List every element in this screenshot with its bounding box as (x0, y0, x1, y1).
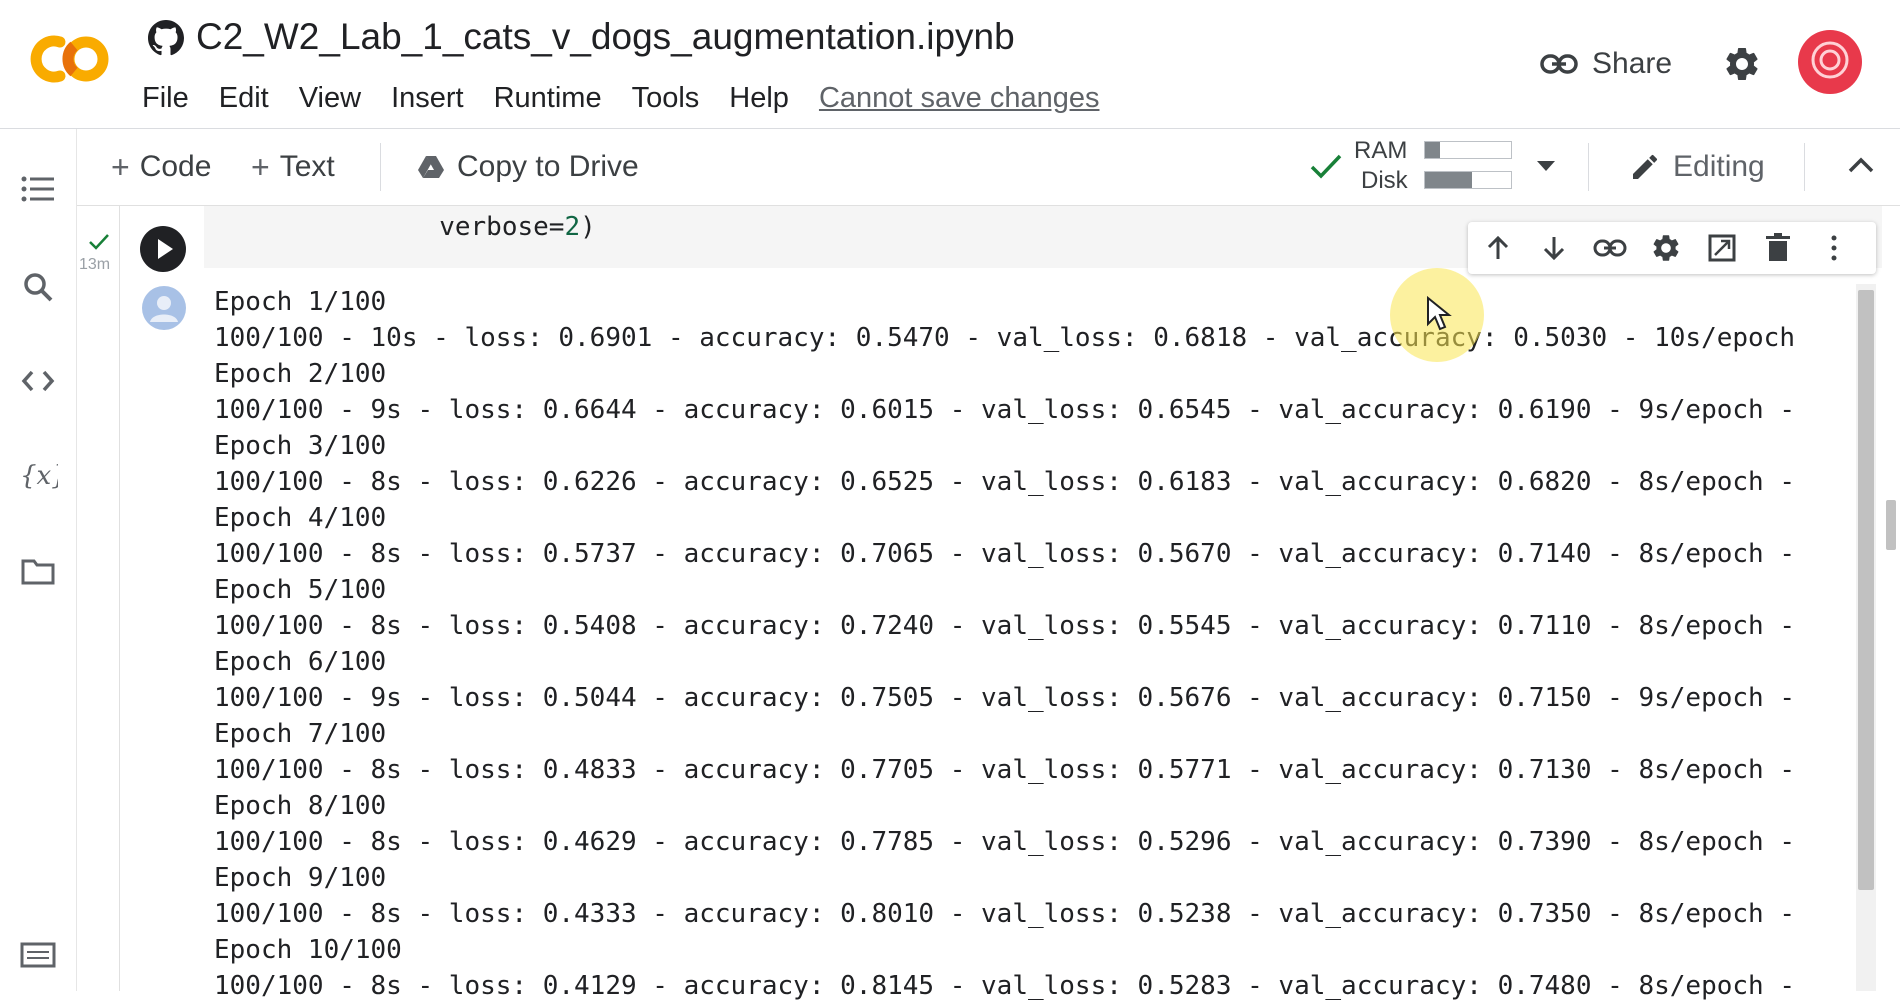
mouse-cursor-icon (1427, 296, 1452, 331)
share-label: Share (1592, 47, 1673, 80)
menu-tools[interactable]: Tools (632, 82, 700, 115)
cell-toolbar (1468, 222, 1876, 274)
left-sidebar: {x} (0, 129, 77, 991)
output-line: 100/100 - 8s - loss: 0.4333 - accuracy: … (214, 899, 1795, 929)
menu-edit[interactable]: Edit (219, 82, 269, 115)
variables-icon[interactable]: {x} (18, 455, 58, 495)
output-line: 100/100 - 10s - loss: 0.6901 - accuracy:… (214, 323, 1795, 353)
output-line: Epoch 4/100 (214, 503, 387, 533)
code-text: verbose= (314, 212, 565, 242)
link-icon (1540, 54, 1578, 74)
more-icon[interactable] (1816, 230, 1852, 266)
search-icon[interactable] (18, 267, 58, 307)
menu-help[interactable]: Help (729, 82, 789, 115)
plus-icon: + (111, 148, 130, 185)
output-line: 100/100 - 8s - loss: 0.5408 - accuracy: … (214, 611, 1795, 641)
move-up-icon[interactable] (1480, 230, 1516, 266)
disk-usage-fill (1425, 172, 1473, 188)
run-cell-button[interactable] (140, 226, 186, 272)
notebook-toolbar: + Code + Text Copy to Drive RAM Disk Edi… (77, 129, 1900, 206)
code-line: verbose=2) (314, 212, 596, 242)
avatar-image (1800, 32, 1860, 92)
output-line: Epoch 7/100 (214, 719, 387, 749)
menu-view[interactable]: View (299, 82, 361, 115)
output-scrollbar[interactable] (1856, 284, 1876, 991)
drive-icon (418, 156, 444, 178)
menu-bar: File Edit View Insert Runtime Tools Help… (142, 78, 1099, 118)
chevron-down-icon[interactable] (1535, 159, 1557, 173)
toolbar-divider (1588, 143, 1589, 191)
colab-logo[interactable] (24, 30, 110, 88)
code-number: 2 (564, 212, 581, 242)
output-line: 100/100 - 8s - loss: 0.6226 - accuracy: … (214, 467, 1795, 497)
play-icon (158, 239, 173, 259)
pencil-icon (1633, 154, 1658, 179)
connected-check-icon (1310, 154, 1342, 179)
output-line: Epoch 3/100 (214, 431, 387, 461)
add-code-label: Code (139, 150, 212, 183)
output-line: Epoch 6/100 (214, 647, 387, 677)
disk-label: Disk (1361, 167, 1408, 194)
code-text: ) (580, 212, 596, 242)
svg-text:{x}: {x} (20, 461, 58, 491)
copy-to-drive-label: Copy to Drive (457, 150, 639, 183)
menu-insert[interactable]: Insert (391, 82, 464, 115)
share-button[interactable]: Share (1540, 42, 1672, 86)
delete-icon[interactable] (1760, 230, 1796, 266)
add-text-button[interactable]: + Text (251, 147, 335, 187)
save-status-link[interactable]: Cannot save changes (819, 82, 1100, 115)
output-line: Epoch 5/100 (214, 575, 387, 605)
output-line: 100/100 - 8s - loss: 0.4129 - accuracy: … (214, 971, 1795, 1001)
github-icon (148, 20, 184, 56)
collapse-header-icon[interactable] (1847, 155, 1875, 175)
terminal-icon[interactable] (18, 935, 58, 975)
ram-label: RAM (1354, 137, 1408, 164)
output-line: 100/100 - 8s - loss: 0.4833 - accuracy: … (214, 755, 1795, 785)
gear-icon[interactable] (1722, 44, 1762, 84)
files-icon[interactable] (18, 551, 58, 591)
output-line: 100/100 - 8s - loss: 0.4629 - accuracy: … (214, 827, 1795, 857)
ram-usage-bar[interactable] (1424, 141, 1512, 159)
output-line: Epoch 2/100 (214, 359, 387, 389)
toolbar-divider (380, 143, 381, 191)
page-scrollbar-thumb[interactable] (1886, 500, 1896, 550)
output-line: 100/100 - 9s - loss: 0.5044 - accuracy: … (214, 683, 1795, 713)
plus-icon: + (251, 148, 270, 185)
avatar[interactable] (1798, 30, 1862, 94)
output-line: Epoch 9/100 (214, 863, 387, 893)
notebook-title[interactable]: C2_W2_Lab_1_cats_v_dogs_augmentation.ipy… (196, 16, 1015, 58)
header: C2_W2_Lab_1_cats_v_dogs_augmentation.ipy… (0, 0, 1900, 129)
output-line: 100/100 - 9s - loss: 0.6644 - accuracy: … (214, 395, 1795, 425)
execution-check-icon (89, 234, 109, 250)
add-code-button[interactable]: + Code (111, 147, 211, 187)
output-avatar-icon[interactable] (142, 286, 186, 330)
move-down-icon[interactable] (1536, 230, 1572, 266)
menu-runtime[interactable]: Runtime (494, 82, 602, 115)
editing-label: Editing (1673, 150, 1765, 183)
mirror-cell-icon[interactable] (1704, 230, 1740, 266)
code-snippets-icon[interactable] (18, 361, 58, 401)
disk-usage-bar[interactable] (1424, 171, 1512, 189)
add-text-label: Text (279, 150, 335, 183)
ram-usage-fill (1425, 142, 1441, 158)
editing-mode-button[interactable]: Editing (1629, 147, 1765, 187)
execution-time: 13m (79, 256, 111, 273)
output-line: Epoch 8/100 (214, 791, 387, 821)
table-of-contents-icon[interactable] (18, 169, 58, 209)
copy-to-drive-button[interactable]: Copy to Drive (417, 147, 639, 187)
output-line: Epoch 1/100 (214, 287, 387, 317)
cell-gutter: 13m (77, 206, 119, 991)
menu-file[interactable]: File (142, 82, 189, 115)
output-line: 100/100 - 8s - loss: 0.5737 - accuracy: … (214, 539, 1795, 569)
settings-icon[interactable] (1648, 230, 1684, 266)
output-scrollbar-thumb[interactable] (1858, 290, 1874, 890)
toolbar-divider (1804, 143, 1805, 191)
output-line: Epoch 10/100 (214, 935, 402, 965)
code-cell[interactable]: verbose=2) Epoch 1/100 100/100 - 10s - l… (119, 206, 1882, 1001)
cell-output: Epoch 1/100 100/100 - 10s - loss: 0.6901… (214, 284, 1900, 1004)
link-icon[interactable] (1592, 230, 1628, 266)
